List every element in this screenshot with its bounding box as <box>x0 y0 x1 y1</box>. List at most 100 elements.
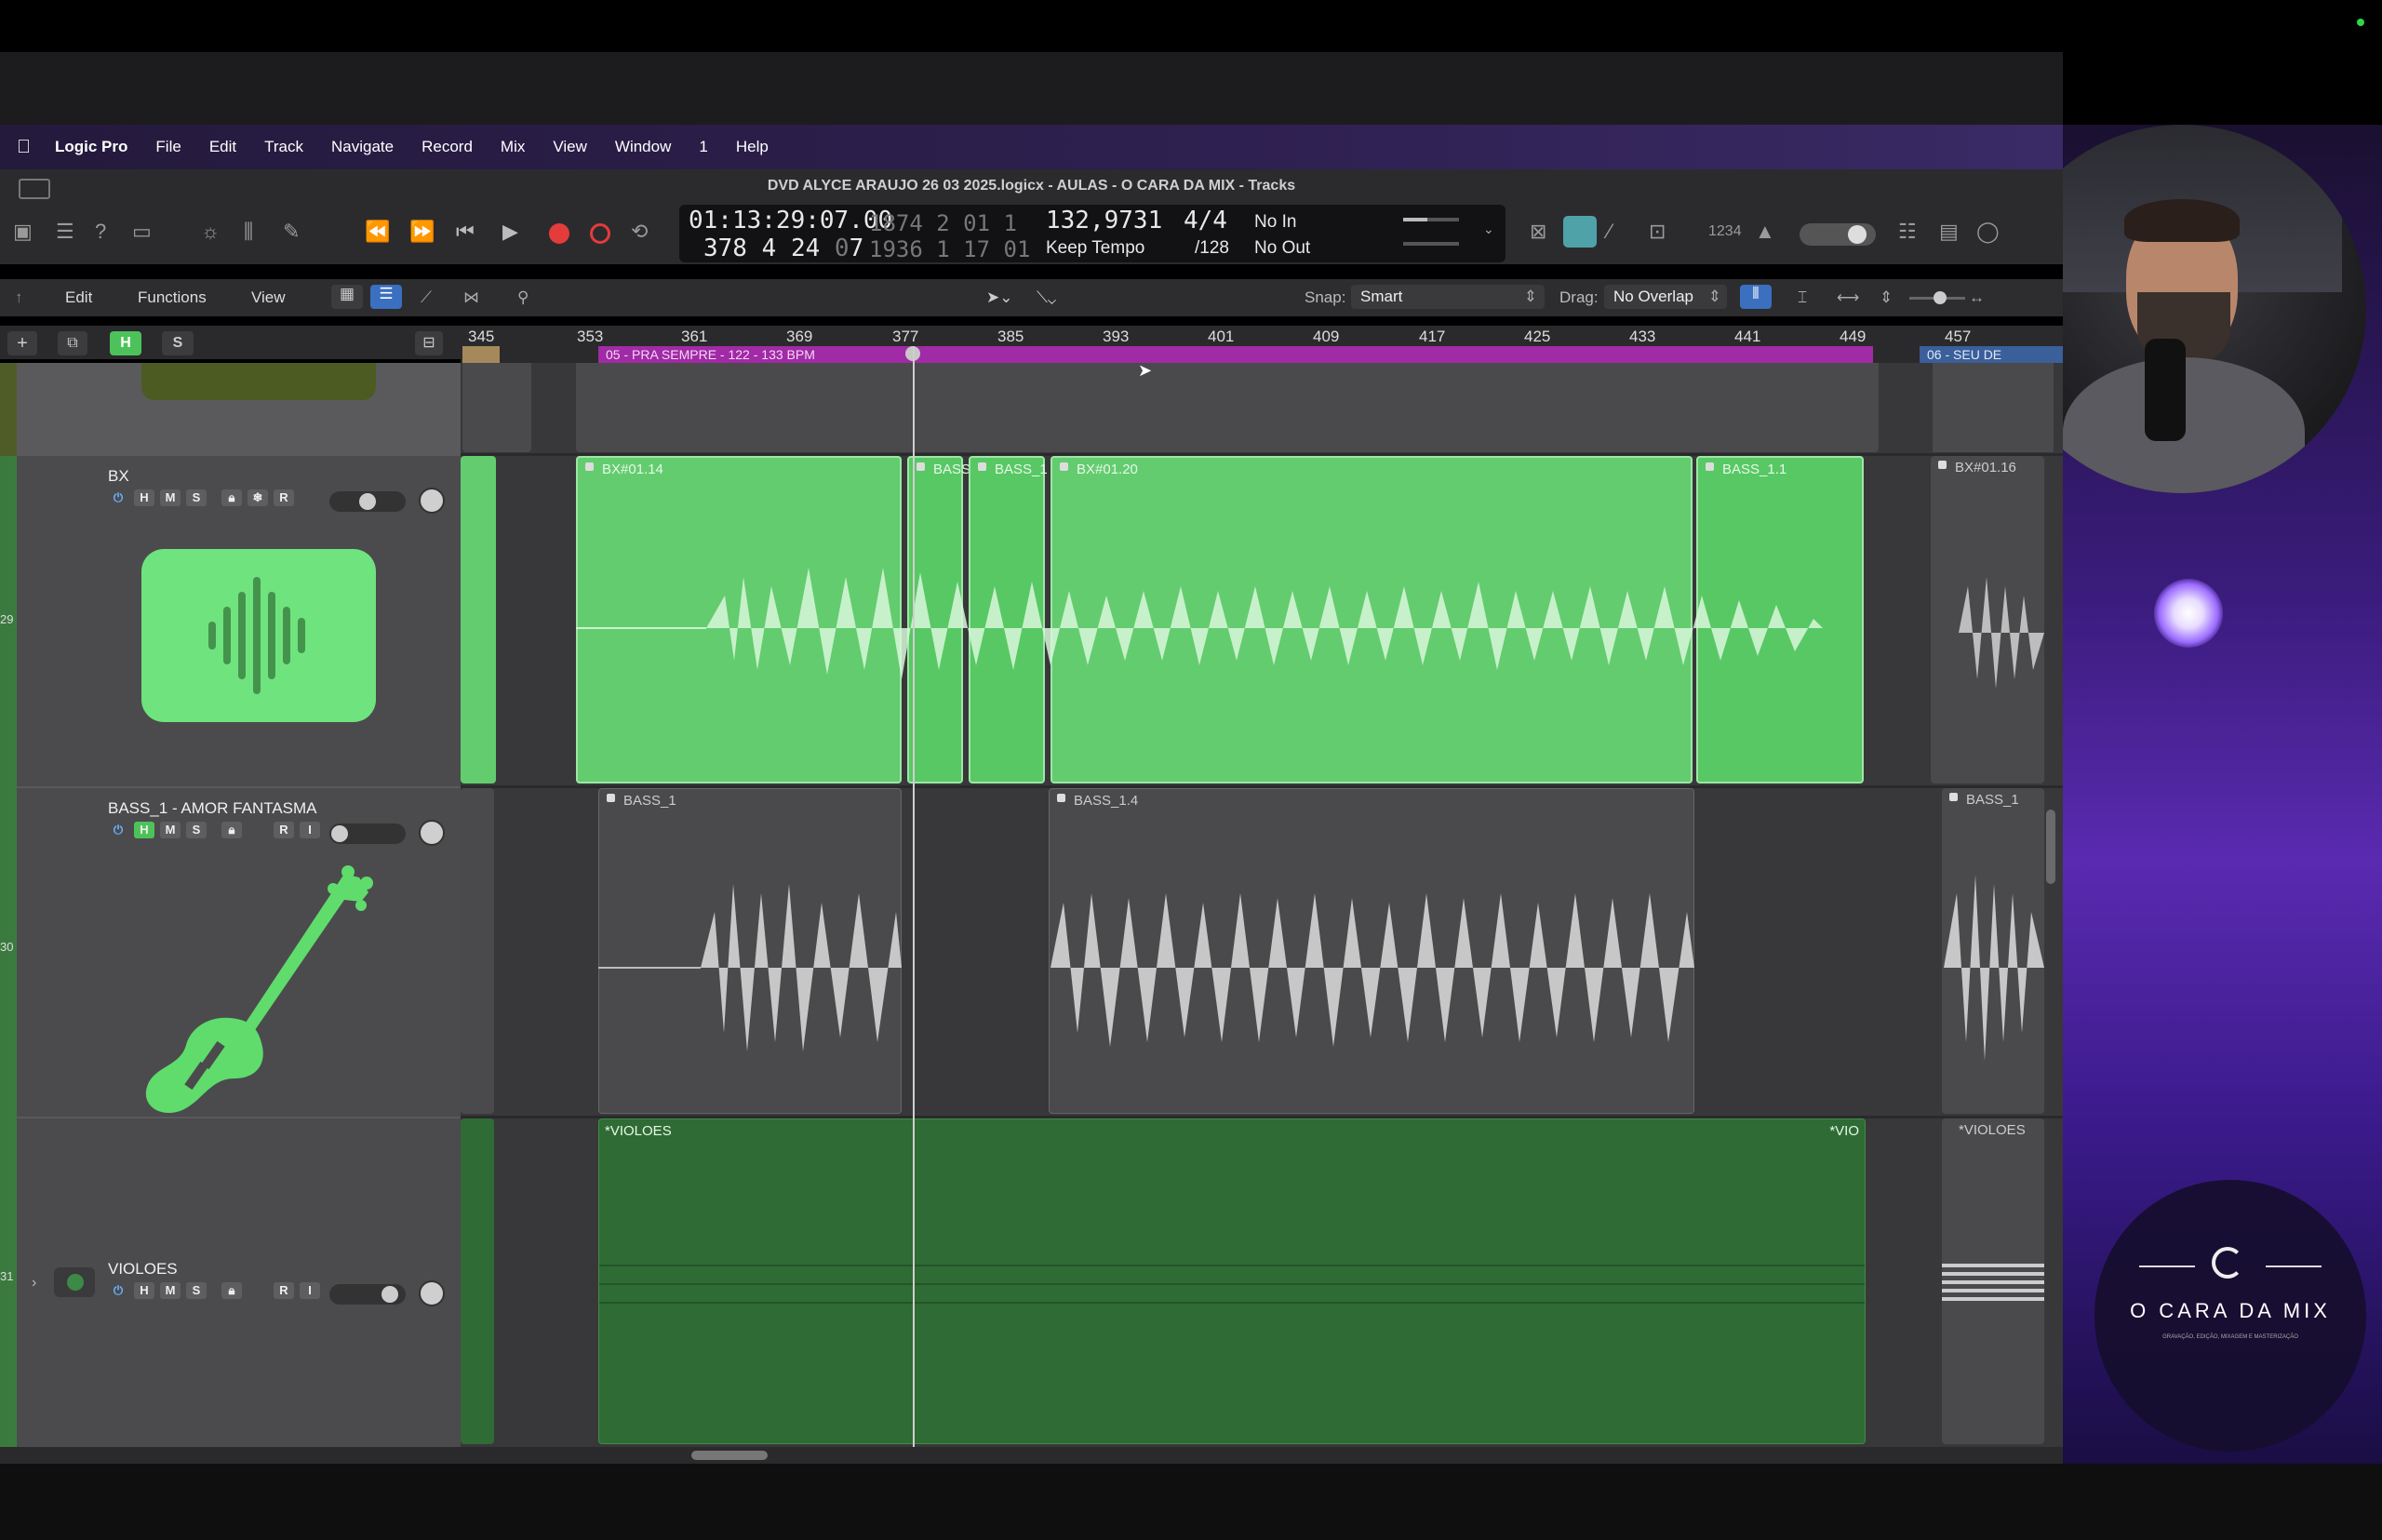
autopunch-icon[interactable] <box>1563 216 1597 248</box>
play-icon[interactable]: ▶ <box>502 220 518 244</box>
solo-button[interactable]: S <box>186 822 207 838</box>
folder-icon[interactable]: ⊟ <box>415 331 443 355</box>
apple-icon[interactable]:  <box>17 137 31 158</box>
menu-edit[interactable]: Edit <box>209 138 236 156</box>
menu-window[interactable]: Window <box>615 138 671 156</box>
browser-icon[interactable]: ▭ <box>132 220 152 244</box>
marker-next[interactable]: 06 - SEU DE <box>1920 346 2063 363</box>
add-track-icon[interactable]: + <box>7 331 37 355</box>
library-icon[interactable] <box>19 179 50 199</box>
lcd-signature[interactable]: 4/4 <box>1184 207 1227 234</box>
fast-forward-icon[interactable]: ⏩ <box>409 220 435 244</box>
region-folder-right[interactable] <box>1933 363 2054 452</box>
waveform-zoom-icon[interactable]: ⫴ <box>1740 285 1772 309</box>
list-editors-icon[interactable]: ☷ <box>1898 220 1917 244</box>
power-icon[interactable]: ⏻ <box>108 489 128 506</box>
disclosure-icon[interactable]: › <box>32 1275 36 1292</box>
editors-icon[interactable]: ✎ <box>283 220 300 244</box>
record-enable-button[interactable]: R <box>274 822 294 838</box>
horizontal-zoom-icon[interactable]: ⟷ <box>1837 288 1859 307</box>
help-icon[interactable]: ? <box>95 220 106 244</box>
vertical-zoom-icon[interactable]: ⌶ <box>1798 288 1807 307</box>
zoom-slider-icon[interactable]: ⇕ <box>1880 288 1893 307</box>
track-name[interactable]: VIOLOES <box>108 1260 178 1279</box>
lcd-out[interactable]: No Out <box>1254 238 1310 259</box>
record-enable-button[interactable]: R <box>274 1282 294 1299</box>
go-to-start-icon[interactable]: ⏮ <box>456 220 475 244</box>
pan-knob[interactable] <box>419 488 445 514</box>
lock-icon[interactable]: 🔒︎ <box>221 489 242 506</box>
solo-button[interactable]: S <box>186 489 207 506</box>
global-solo-button[interactable]: S <box>162 331 194 355</box>
solo-button[interactable]: S <box>186 1282 207 1299</box>
smart-controls-icon[interactable]: ☼ <box>201 220 220 244</box>
track-header-violoes[interactable]: › VIOLOES ⏻ H M S 🔒︎ R I <box>17 1118 461 1447</box>
back-icon[interactable]: ↑ <box>15 288 23 307</box>
region-folder-left[interactable] <box>462 363 531 452</box>
functions-menu[interactable]: Functions <box>138 288 207 307</box>
volume-slider[interactable] <box>329 824 406 844</box>
menu-track[interactable]: Track <box>264 138 303 156</box>
tuner-icon[interactable]: ⁄ <box>1608 220 1612 244</box>
marker-main[interactable]: 05 - PRA SEMPRE - 122 - 133 BPM <box>598 346 1873 363</box>
folder-stack-icon[interactable] <box>54 1267 95 1297</box>
freeze-icon[interactable]: ❄ <box>248 489 268 506</box>
record-icon[interactable] <box>549 223 569 244</box>
marker-prev[interactable] <box>462 346 500 363</box>
rewind-icon[interactable]: ⏪ <box>365 220 390 244</box>
menu-navigate[interactable]: Navigate <box>331 138 394 156</box>
lock-icon[interactable]: 🔒︎ <box>221 822 242 838</box>
inspector-icon[interactable]: ▣ <box>13 220 33 244</box>
pan-knob[interactable] <box>419 820 445 846</box>
input-monitor-button[interactable]: I <box>300 822 320 838</box>
low-latency-toggle[interactable] <box>1800 223 1876 246</box>
metronome-icon[interactable]: ▲ <box>1755 220 1775 244</box>
volume-slider[interactable] <box>329 1284 406 1305</box>
pan-knob[interactable] <box>419 1280 445 1306</box>
track-name[interactable]: BX <box>108 467 129 486</box>
lcd-display[interactable]: 01:13:29:07.00 378 4 24 07 1874 2 01 1 1… <box>679 205 1505 262</box>
hide-button[interactable]: H <box>134 489 154 506</box>
loop-browser-icon[interactable]: ◯ <box>1976 220 2000 244</box>
region-violoes-right[interactable]: *VIOLOES <box>1942 1118 2044 1444</box>
hide-tracks-button[interactable]: H <box>110 331 141 355</box>
lock-icon[interactable]: 🔒︎ <box>221 1282 242 1299</box>
lcd-division[interactable]: /128 <box>1195 238 1229 259</box>
automation-icon[interactable]: ⟋ <box>421 288 432 307</box>
horizontal-scrollbar[interactable] <box>461 1447 2063 1464</box>
tracks-area[interactable]: BX#01.14 BASS BASS_1 BX#01.20 BASS_1.1 B… <box>461 361 2063 1456</box>
record-enable-button[interactable]: R <box>274 489 294 506</box>
duplicate-track-icon[interactable]: ⧉ <box>58 331 87 355</box>
pencil-tool-icon[interactable]: ⟍⌄ <box>1037 288 1056 307</box>
count-in-icon[interactable]: 1234 <box>1708 223 1742 240</box>
volume-slider[interactable] <box>329 491 406 512</box>
menu-logic-pro[interactable]: Logic Pro <box>55 138 127 156</box>
mixer-icon[interactable]: ⫼ <box>244 220 253 244</box>
region-violoes[interactable]: *VIOLOES *VIO <box>598 1118 1866 1444</box>
flex-icon[interactable]: ⋈ <box>463 288 479 307</box>
region-folder-main[interactable] <box>576 363 1879 452</box>
chevron-down-icon[interactable]: ⌄ <box>1483 221 1494 237</box>
notepad-icon[interactable]: ▤ <box>1939 220 1959 244</box>
drag-dropdown[interactable]: No Overlap ⇕ <box>1604 285 1727 309</box>
solo-icon[interactable]: ⊡ <box>1649 220 1666 244</box>
region-bx-left[interactable] <box>461 456 496 783</box>
toolbar-icon[interactable]: ☰ <box>56 220 74 244</box>
mute-button[interactable]: M <box>160 1282 181 1299</box>
track-name[interactable]: BASS_1 - AMOR FANTASMA <box>108 799 317 818</box>
power-icon[interactable]: ⏻ <box>108 1282 128 1299</box>
power-icon[interactable]: ⏻ <box>108 822 128 838</box>
region-violoes-left[interactable] <box>461 1118 494 1444</box>
menu-mix[interactable]: Mix <box>501 138 525 156</box>
menu-record[interactable]: Record <box>422 138 473 156</box>
hide-button[interactable]: H <box>134 822 154 838</box>
bar-ruler[interactable]: 345 353 361 369 377 385 393 401 409 417 … <box>461 326 2063 348</box>
list-view-icon[interactable]: ☰ <box>370 285 402 309</box>
menu-1[interactable]: 1 <box>699 138 707 156</box>
zoom-slider[interactable] <box>1909 291 1965 304</box>
hide-button[interactable]: H <box>134 1282 154 1299</box>
scroll-thumb[interactable] <box>691 1451 768 1460</box>
capture-recording-icon[interactable] <box>590 223 610 244</box>
edit-menu[interactable]: Edit <box>65 288 92 307</box>
mute-button[interactable]: M <box>160 489 181 506</box>
